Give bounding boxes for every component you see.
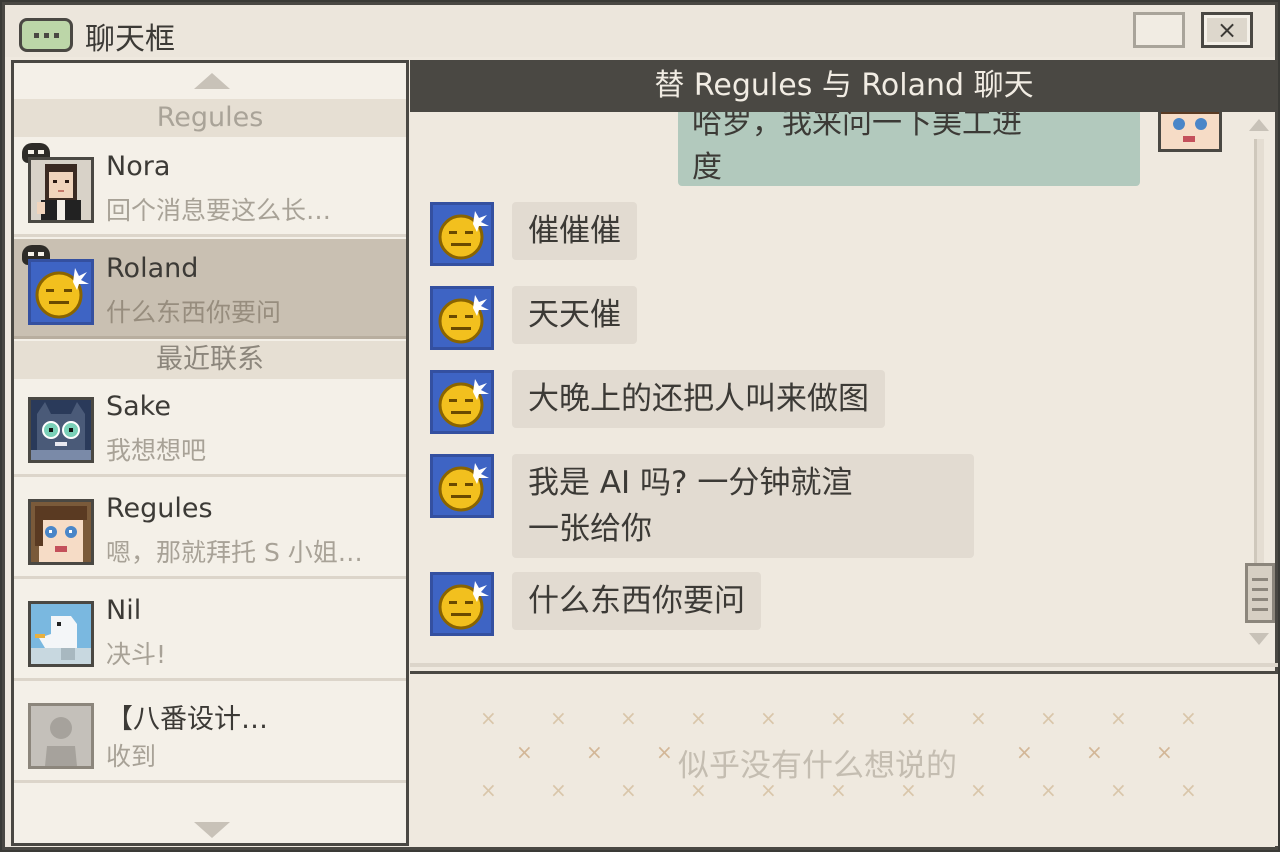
pattern-mark: × xyxy=(900,706,917,730)
message-bubble: 天天催 xyxy=(512,286,637,344)
contact-name: Nora xyxy=(106,151,171,182)
pattern-mark: × xyxy=(1016,740,1033,764)
scroll-up-arrow-icon[interactable] xyxy=(194,73,230,89)
contact-preview: 我想想吧 xyxy=(106,436,207,465)
contact-preview: 嗯，那就拜托 S 小姐… xyxy=(106,538,363,567)
contact-preview: 收到 xyxy=(106,742,157,771)
avatar xyxy=(28,259,94,325)
avatar xyxy=(28,499,94,565)
angry-emoji-avatar-icon xyxy=(430,572,494,636)
message-bubble: 什么东西你要问 xyxy=(512,572,761,630)
contact-item-roland[interactable]: Roland 什么东西你要问 xyxy=(14,239,406,339)
avatar xyxy=(28,601,94,667)
chat-scrollbar[interactable] xyxy=(1245,115,1275,653)
pattern-mark: × xyxy=(656,740,673,764)
contact-preview: 回个消息要这么长… xyxy=(106,196,332,225)
message-text-line: 一张给你 xyxy=(528,511,652,547)
avatar xyxy=(28,157,94,223)
message-text-line: 我是 AI 吗? 一分钟就渲 xyxy=(528,465,853,501)
message-bubble: 催催催 xyxy=(512,202,637,260)
contact-name: 【八番设计… xyxy=(106,704,268,735)
pattern-mark: × xyxy=(970,706,987,730)
chat-bubble-icon xyxy=(19,18,73,52)
avatar xyxy=(28,397,94,463)
pattern-mark: × xyxy=(516,740,533,764)
pattern-mark: × xyxy=(760,706,777,730)
pattern-mark: × xyxy=(550,706,567,730)
title-bar[interactable]: 聊天框 × xyxy=(5,5,1275,57)
section-header-pinned: Regules xyxy=(14,99,406,137)
message-bubble: 大晚上的还把人叫来做图 xyxy=(512,370,885,428)
close-icon: × xyxy=(1216,16,1238,44)
scroll-up-arrow-icon[interactable] xyxy=(1249,119,1269,131)
contact-name: Regules xyxy=(106,493,213,524)
divider xyxy=(410,663,1278,667)
scroll-down-arrow-icon[interactable] xyxy=(194,822,230,838)
pattern-mark: × xyxy=(1180,778,1197,802)
pattern-mark: × xyxy=(480,706,497,730)
pattern-mark: × xyxy=(1156,740,1173,764)
pattern-mark: × xyxy=(1110,778,1127,802)
pattern-mark: × xyxy=(550,778,567,802)
window-title: 聊天框 xyxy=(85,22,175,57)
input-placeholder[interactable]: 似乎没有什么想说的 xyxy=(672,740,963,785)
contact-item-nil[interactable]: Nil 决斗! xyxy=(14,581,406,681)
contact-preview: 决斗! xyxy=(106,640,167,669)
pattern-mark: × xyxy=(690,706,707,730)
contact-item-nora[interactable]: Nora 回个消息要这么长… xyxy=(14,137,406,237)
contact-preview: 什么东西你要问 xyxy=(106,298,282,327)
self-avatar xyxy=(1158,112,1222,152)
angry-emoji-avatar-icon xyxy=(430,370,494,434)
maximize-button[interactable] xyxy=(1133,12,1185,48)
angry-emoji-avatar-icon xyxy=(430,202,494,266)
message-bubble: 我是 AI 吗? 一分钟就渲 一张给你 xyxy=(512,454,974,558)
pattern-mark: × xyxy=(480,778,497,802)
contact-item-design-group[interactable]: 【八番设计… 收到 xyxy=(14,683,406,783)
message-text-line: 度 xyxy=(692,150,722,185)
contact-name: Roland xyxy=(106,253,199,284)
contact-name: Sake xyxy=(106,391,171,422)
pattern-mark: × xyxy=(1040,706,1057,730)
pattern-mark: × xyxy=(970,778,987,802)
angry-emoji-avatar-icon xyxy=(430,286,494,350)
message-list[interactable]: 哈罗，我来问一下美工进 度 催催催 天天催 大晚上的还把人叫来做图 我是 AI … xyxy=(410,112,1278,660)
chat-header: 替 Regules 与 Roland 聊天 xyxy=(410,60,1278,112)
message-input-area[interactable]: × × × × × × × × × × × × × × × × × × × × … xyxy=(410,674,1278,846)
contact-item-sake[interactable]: Sake 我想想吧 xyxy=(14,377,406,477)
contact-list[interactable]: Regules Nora 回个消息要这么长… Roland 什么东西你要问 最近… xyxy=(11,60,409,846)
scroll-down-arrow-icon[interactable] xyxy=(1249,633,1269,645)
pattern-mark: × xyxy=(1110,706,1127,730)
pattern-mark: × xyxy=(1086,740,1103,764)
contact-name: Nil xyxy=(106,595,142,626)
pattern-mark: × xyxy=(620,706,637,730)
pattern-mark: × xyxy=(586,740,603,764)
message-text-line: 哈罗，我来问一下美工进 xyxy=(692,112,1022,141)
pattern-mark: × xyxy=(830,706,847,730)
outgoing-message: 哈罗，我来问一下美工进 度 xyxy=(678,112,1140,186)
scrollbar-track[interactable] xyxy=(1254,139,1264,623)
chat-window: 聊天框 × Regules Nora 回个消息要这么长… Roland 什么东西… xyxy=(2,2,1278,850)
close-button[interactable]: × xyxy=(1201,12,1253,48)
angry-emoji-avatar-icon xyxy=(430,454,494,518)
contact-item-regules[interactable]: Regules 嗯，那就拜托 S 小姐… xyxy=(14,479,406,579)
pattern-mark: × xyxy=(620,778,637,802)
section-header-recent: 最近联系 xyxy=(14,341,406,379)
pattern-mark: × xyxy=(1180,706,1197,730)
scrollbar-thumb[interactable] xyxy=(1245,563,1275,623)
pattern-mark: × xyxy=(1040,778,1057,802)
default-avatar-icon xyxy=(28,703,94,769)
